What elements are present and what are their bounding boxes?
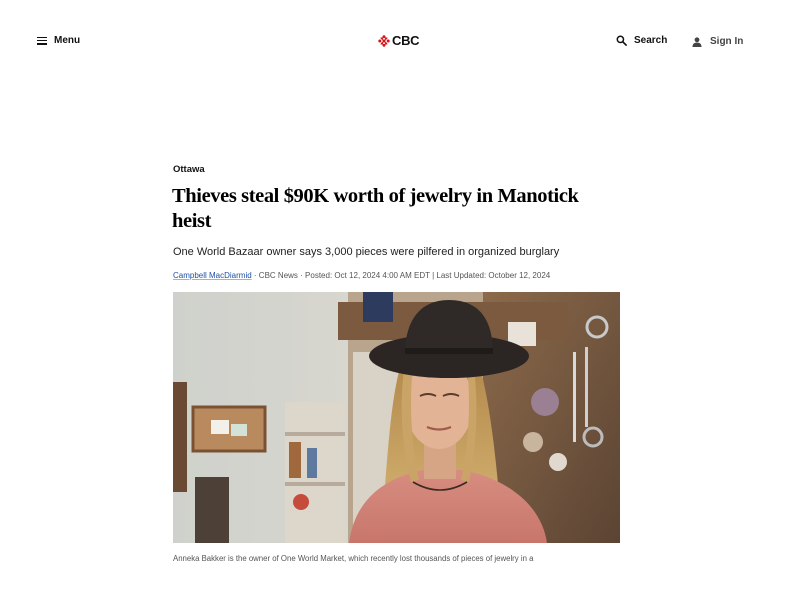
article-subheadline: One World Bazaar owner says 3,000 pieces… (173, 246, 560, 258)
author-link[interactable]: Campbell MacDiarmid (173, 271, 252, 280)
search-label: Search (634, 35, 668, 46)
byline: Campbell MacDiarmid · CBC News · Posted:… (173, 271, 550, 280)
menu-label: Menu (54, 35, 81, 46)
posted-date: Posted: Oct 12, 2024 4:00 AM EDT (305, 271, 430, 280)
sign-in-label: Sign In (710, 36, 744, 47)
photo-illustration (173, 292, 620, 543)
sign-in-button[interactable]: Sign In (692, 36, 743, 47)
user-icon (692, 36, 702, 47)
hamburger-icon (37, 36, 47, 45)
cbc-logo[interactable]: CBC (378, 33, 420, 48)
byline-source: · CBC News · (251, 271, 306, 280)
site-header: Menu CBC Search Sign In (0, 0, 792, 84)
cbc-gem-icon (378, 35, 390, 47)
section-label[interactable]: Ottawa (173, 164, 205, 175)
logo-text: CBC (392, 33, 420, 48)
updated-date: Last Updated: October 12, 2024 (436, 271, 551, 280)
article-photo (173, 292, 620, 543)
photo-caption: Anneka Bakker is the owner of One World … (173, 554, 534, 563)
search-button[interactable]: Search (616, 35, 667, 46)
search-icon (616, 35, 627, 46)
menu-button[interactable]: Menu (37, 35, 80, 46)
article-headline: Thieves steal $90K worth of jewelry in M… (172, 185, 579, 232)
